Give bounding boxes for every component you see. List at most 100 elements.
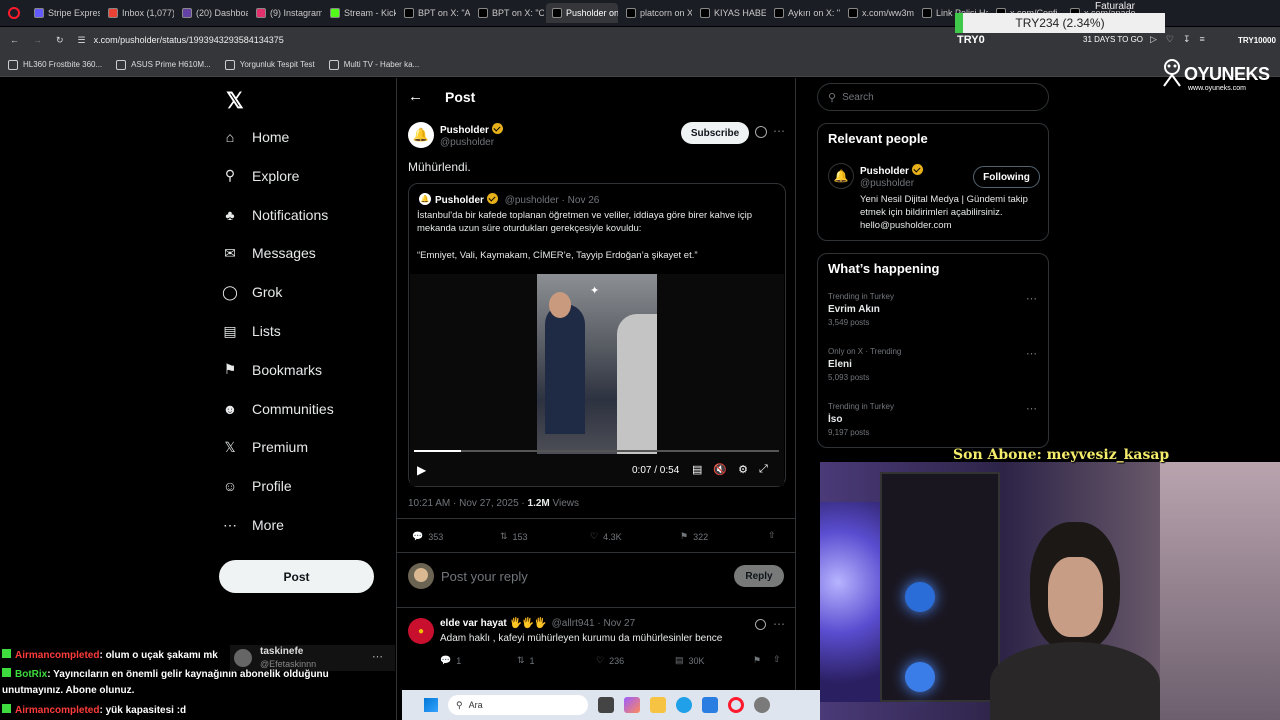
bookmark-item[interactable]: Multi TV - Haber ka... xyxy=(328,59,419,70)
share-icon: ⇧ xyxy=(768,530,776,540)
browser-tab[interactable]: Stripe Express xyxy=(28,3,100,23)
grok-icon[interactable] xyxy=(755,126,767,138)
site-info-icon[interactable]: ☰ xyxy=(78,35,86,46)
nav-item-communities[interactable]: ☻ Communities xyxy=(220,394,334,424)
nav-item-messages[interactable]: ✉ Messages xyxy=(220,238,316,268)
settings-icon[interactable] xyxy=(754,697,770,713)
bookmark-item[interactable]: ASUS Prime H610M... xyxy=(116,59,211,70)
edge-icon[interactable] xyxy=(676,697,692,713)
video-controls: ▤ 🔇 ⚙ ⤢ xyxy=(692,463,768,476)
windows-start-icon[interactable] xyxy=(424,698,438,712)
tab-favicon-icon xyxy=(922,8,932,18)
file-explorer-icon[interactable] xyxy=(650,697,666,713)
sparkle-icon: ✦ xyxy=(590,285,600,297)
reply-author-avatar[interactable]: ● xyxy=(408,618,434,644)
search-input[interactable]: ⚲ Search xyxy=(817,83,1049,111)
reply-bookmark-action[interactable]: ⚑ xyxy=(753,655,761,666)
back-icon[interactable]: ← xyxy=(10,35,19,45)
reply-views-action[interactable]: ▤ 30K xyxy=(675,655,705,666)
heart-icon[interactable]: ♡ xyxy=(1166,34,1174,45)
person-avatar[interactable]: 🔔 xyxy=(828,163,854,189)
play-icon[interactable]: ▷ xyxy=(1150,34,1157,45)
nav-item-profile[interactable]: ☺ Profile xyxy=(220,471,292,501)
play-button[interactable]: ▶ xyxy=(417,463,426,477)
trend-item[interactable]: Only on X · Trending Eleni 5,093 posts ⋯ xyxy=(828,347,1043,395)
reply-share-action[interactable]: ⇧ xyxy=(773,654,781,665)
browser-tab[interactable]: BPT on X: "A xyxy=(398,3,470,23)
opera-icon[interactable] xyxy=(8,7,20,19)
browser-tab[interactable]: Aykırı on X: " xyxy=(768,3,840,23)
nav-item-home[interactable]: ⌂ Home xyxy=(220,122,290,152)
browser-tab[interactable]: x.com/ww3m xyxy=(842,3,914,23)
fullscreen-icon[interactable]: ⤢ xyxy=(759,463,768,476)
more-options-icon[interactable]: ⋯ xyxy=(773,617,785,631)
nav-label: More xyxy=(252,517,284,533)
url-field[interactable]: x.com/pusholder/status/19939432935841343… xyxy=(94,35,284,45)
reply-like-action[interactable]: ♡ 236 xyxy=(596,655,624,666)
asus-icon xyxy=(116,59,127,70)
reply-icon: 💬 xyxy=(412,531,424,541)
browser-tab[interactable]: KIYAS HABER xyxy=(694,3,766,23)
tab-label: platcorn on X xyxy=(640,8,692,18)
trend-name: İso xyxy=(828,414,843,425)
opera-taskbar-icon[interactable] xyxy=(728,697,744,713)
nav-item-notifications[interactable]: ♣ Notifications xyxy=(220,200,328,230)
trend-item[interactable]: Trending in Turkey Evrim Akın 3,549 posts ⋯ xyxy=(828,292,1043,340)
like-action[interactable]: ♡ 4.3K xyxy=(590,531,622,542)
author-name[interactable]: Pusholder xyxy=(440,123,503,136)
browser-tab[interactable]: BPT on X: "O xyxy=(472,3,544,23)
more-options-icon[interactable]: ⋯ xyxy=(1026,292,1037,305)
more-options-icon[interactable]: ⋯ xyxy=(1026,402,1037,415)
reply-input[interactable]: Post your reply xyxy=(441,569,528,584)
quote-verified-icon xyxy=(486,193,498,204)
store-icon[interactable] xyxy=(702,697,718,713)
reload-icon[interactable]: ↻ xyxy=(56,35,64,46)
bookmark-action[interactable]: ⚑ 322 xyxy=(680,531,708,542)
nav-item-grok[interactable]: ◯ Grok xyxy=(220,277,282,307)
more-options-icon[interactable]: ⋯ xyxy=(773,124,785,138)
taskbar-search[interactable]: ⚲ Ara xyxy=(448,695,588,715)
menu-icon[interactable]: ≡ xyxy=(1200,34,1205,45)
browser-tab[interactable]: (9) Instagram xyxy=(250,3,322,23)
browser-tab[interactable]: platcorn on X xyxy=(620,3,692,23)
following-button[interactable]: Following xyxy=(973,166,1040,188)
nav-item-lists[interactable]: ▤ Lists xyxy=(220,316,280,346)
bookmark-icon: ⚑ xyxy=(753,655,762,665)
grok-icon[interactable] xyxy=(755,619,766,630)
reply-reply-action[interactable]: 💬 1 xyxy=(440,655,461,666)
mute-icon[interactable]: 🔇 xyxy=(713,463,727,476)
back-arrow-icon[interactable]: ← xyxy=(408,88,423,105)
share-action[interactable]: ⇧ xyxy=(768,530,776,541)
reply-repost-action[interactable]: ⇅ 1 xyxy=(517,655,535,666)
captions-icon[interactable]: ▤ xyxy=(692,463,702,476)
browser-tab[interactable]: Pusholder on X: "Mühü xyxy=(546,3,618,23)
repost-action[interactable]: ⇅ 153 xyxy=(500,531,528,542)
forward-icon[interactable]: → xyxy=(33,35,42,45)
subscribe-button[interactable]: Subscribe xyxy=(681,122,749,144)
browser-tab[interactable]: (20) Dashboard xyxy=(176,3,248,23)
days-to-go-label: 31 DAYS TO GO xyxy=(1083,35,1144,44)
author-avatar[interactable]: 🔔 xyxy=(408,122,434,148)
copilot-icon[interactable] xyxy=(624,697,640,713)
trend-item[interactable]: Trending in Turkey İso 9,197 posts ⋯ xyxy=(828,402,1043,450)
nav-item-explore[interactable]: ⚲ Explore xyxy=(220,161,300,191)
bookmark-item[interactable]: HL360 Frostbite 360... xyxy=(8,59,102,70)
reply-action[interactable]: 💬 353 xyxy=(412,531,443,542)
video-progress-track[interactable] xyxy=(414,450,779,452)
browser-tab[interactable]: Inbox (1,077) xyxy=(102,3,174,23)
browser-tab[interactable]: Stream - Kick xyxy=(324,3,396,23)
post-button[interactable]: Post xyxy=(219,560,374,593)
more-options-icon[interactable]: ⋯ xyxy=(1026,347,1037,360)
tab-label: Pusholder on X: "Mühü xyxy=(566,8,618,18)
person-name[interactable]: Pusholder xyxy=(860,164,923,177)
reply-button[interactable]: Reply xyxy=(734,565,784,587)
nav-item-more[interactable]: ⋯ More xyxy=(220,510,284,540)
author-handle[interactable]: @pusholder xyxy=(440,137,494,148)
download-icon[interactable]: ↧ xyxy=(1183,34,1191,45)
nav-item-premium[interactable]: 𝕏 Premium xyxy=(220,432,308,462)
bookmark-item[interactable]: Yorgunluk Tespit Test xyxy=(224,59,315,70)
task-view-icon[interactable] xyxy=(598,697,614,713)
x-logo[interactable]: 𝕏 xyxy=(226,88,244,114)
settings-icon[interactable]: ⚙ xyxy=(738,463,748,476)
nav-item-bookmarks[interactable]: ⚑ Bookmarks xyxy=(220,355,322,385)
